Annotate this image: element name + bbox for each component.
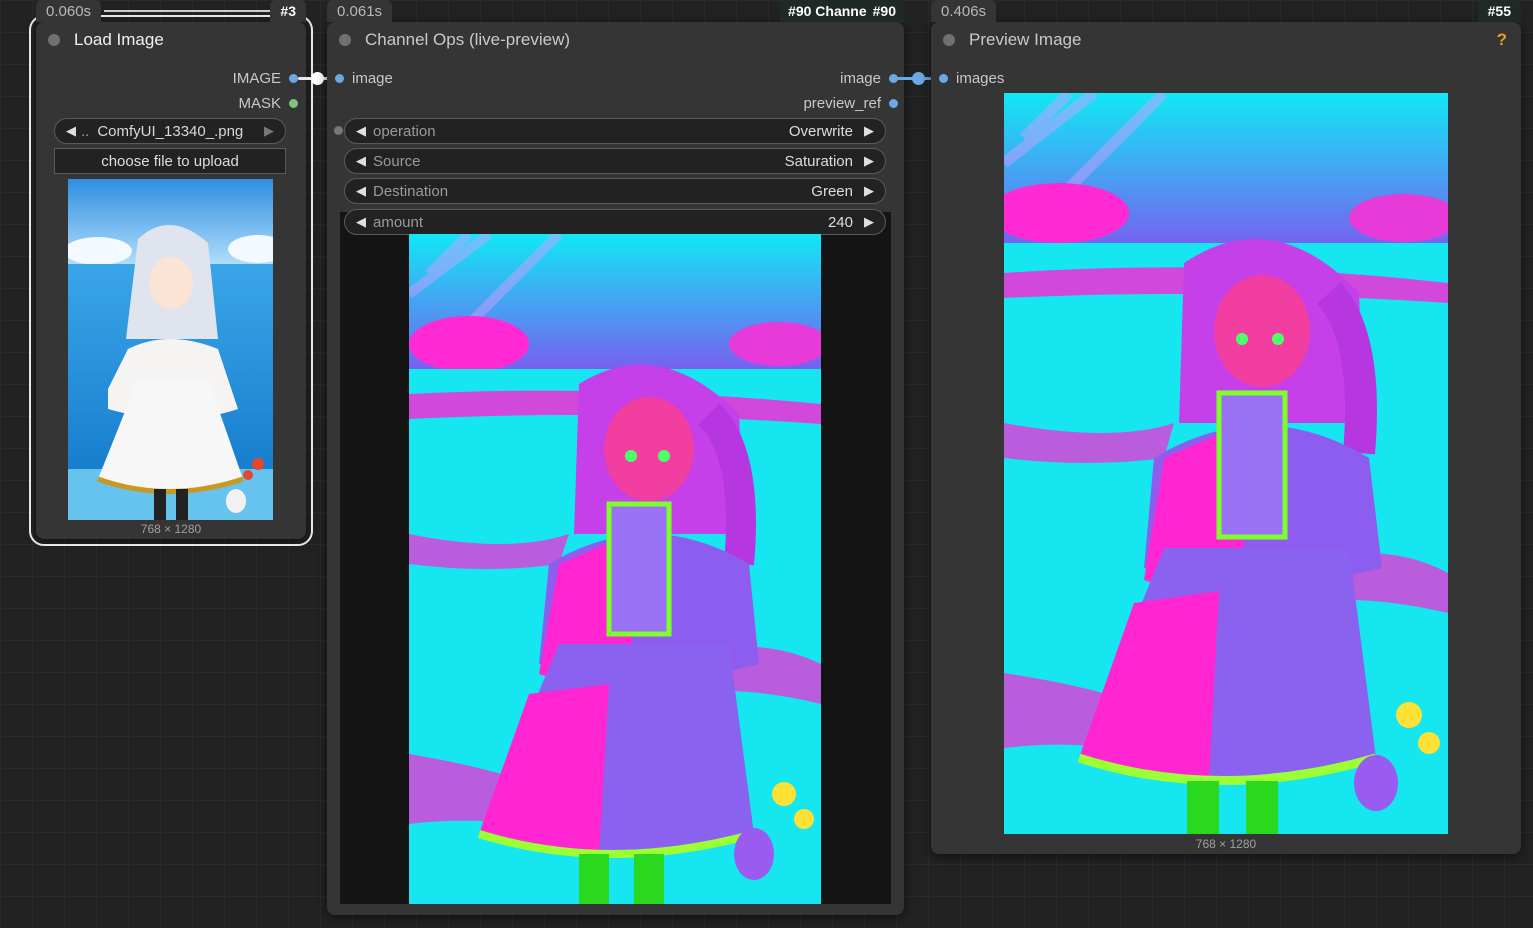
live-preview-image <box>409 234 821 904</box>
node-id-label: #90 Channe <box>788 3 867 19</box>
arrow-right-icon[interactable]: ▶ <box>861 153 877 169</box>
wire-joint-dot-icon[interactable] <box>912 72 925 85</box>
load-image-node[interactable]: 0.060s #3 Load Image IMAGE MASK ◀ .. Com… <box>29 0 313 546</box>
progress-line <box>104 10 270 12</box>
slot-label: images <box>956 69 1005 87</box>
widget-label: Source <box>373 152 421 170</box>
operation-combo[interactable]: ◀ operation Overwrite ▶ <box>344 118 886 144</box>
arrow-left-icon[interactable]: ◀ <box>353 214 369 230</box>
output-preview-image <box>1004 93 1448 834</box>
arrow-right-icon[interactable]: ▶ <box>861 214 877 230</box>
image-input-dot-icon[interactable] <box>335 73 344 83</box>
combo-value: ComfyUI_13340_.png <box>97 122 244 140</box>
collapse-dot-icon[interactable] <box>48 34 60 46</box>
arrow-left-icon[interactable]: ◀ <box>353 153 369 169</box>
mask-output-dot-icon[interactable] <box>289 98 298 108</box>
node-title: Preview Image <box>969 30 1082 49</box>
node-id-badge: #90 Channe #90 <box>780 0 904 22</box>
slot-label: image <box>352 69 393 87</box>
source-combo[interactable]: ◀ Source Saturation ▶ <box>344 148 886 174</box>
preview-image-node[interactable]: 0.406s #55 Preview Image ? images 768 × … <box>931 0 1521 854</box>
arrow-right-icon[interactable]: ▶ <box>261 123 277 139</box>
anime-girl-processed-image <box>1004 93 1448 834</box>
widget-value: Overwrite <box>788 122 853 140</box>
widget-input-dot-icon[interactable] <box>334 126 343 135</box>
slot-label: IMAGE <box>232 69 281 87</box>
output-slot-image[interactable]: image <box>840 69 898 87</box>
preview-panel: ◀ amount 240 ▶ <box>340 209 891 904</box>
node-id: #90 <box>872 3 896 19</box>
images-input-dot-icon[interactable] <box>939 73 948 83</box>
output-slot-preview-ref[interactable]: preview_ref <box>803 94 898 112</box>
widget-value: Saturation <box>784 152 853 170</box>
node-title: Channel Ops (live-preview) <box>365 30 571 49</box>
widget-label: Destination <box>373 182 449 200</box>
slot-label: preview_ref <box>803 94 881 112</box>
input-slot-images[interactable]: images <box>939 69 1004 87</box>
arrow-right-icon[interactable]: ▶ <box>861 183 877 199</box>
node-title-bar[interactable]: Load Image <box>36 22 306 58</box>
widget-label: amount <box>373 213 424 231</box>
amount-slider[interactable]: ◀ amount 240 ▶ <box>344 209 886 235</box>
arrow-left-icon[interactable]: ◀ <box>353 183 369 199</box>
arrow-left-icon[interactable]: ◀ <box>63 123 79 139</box>
node-title: Load Image <box>74 30 164 49</box>
choose-file-button[interactable]: choose file to upload <box>54 148 286 174</box>
loaded-image-thumbnail <box>68 179 273 520</box>
widget-value: Green <box>811 182 853 200</box>
anime-girl-processed-image <box>409 234 821 904</box>
preview-ref-output-dot-icon[interactable] <box>889 98 898 108</box>
execution-time-badge: 0.406s <box>931 0 997 22</box>
output-slot-image[interactable]: IMAGE <box>233 69 298 87</box>
combo-prefix: .. <box>81 122 90 140</box>
wire-joint-dot-icon[interactable] <box>311 72 324 85</box>
node-id-badge: #3 <box>270 0 306 22</box>
node-title-bar[interactable]: Preview Image ? <box>931 22 1521 58</box>
image-size-caption: 768 × 1280 <box>1195 837 1257 851</box>
image-output-dot-icon[interactable] <box>289 73 298 83</box>
arrow-right-icon[interactable]: ▶ <box>861 123 877 139</box>
execution-time-badge: 0.061s <box>327 0 393 22</box>
execution-time-badge: 0.060s <box>36 0 102 22</box>
node-title-bar[interactable]: Channel Ops (live-preview) <box>327 22 904 58</box>
node-id-badge: #55 <box>1477 0 1521 22</box>
widget-label: operation <box>373 122 436 140</box>
collapse-dot-icon[interactable] <box>339 34 351 46</box>
anime-girl-original-image <box>68 179 273 520</box>
arrow-left-icon[interactable]: ◀ <box>353 123 369 139</box>
destination-combo[interactable]: ◀ Destination Green ▶ <box>344 178 886 204</box>
slot-label: image <box>840 69 881 87</box>
image-file-combo[interactable]: ◀ .. ComfyUI_13340_.png ▶ <box>54 118 286 144</box>
input-slot-image[interactable]: image <box>335 69 393 87</box>
image-size-caption: 768 × 1280 <box>140 522 202 536</box>
channel-ops-node[interactable]: 0.061s #90 Channe #90 Channel Ops (live-… <box>327 0 904 915</box>
help-icon[interactable]: ? <box>1497 30 1507 50</box>
slot-label: MASK <box>238 94 281 112</box>
widget-value: 240 <box>827 213 853 231</box>
output-slot-mask[interactable]: MASK <box>238 94 298 112</box>
collapse-dot-icon[interactable] <box>943 34 955 46</box>
